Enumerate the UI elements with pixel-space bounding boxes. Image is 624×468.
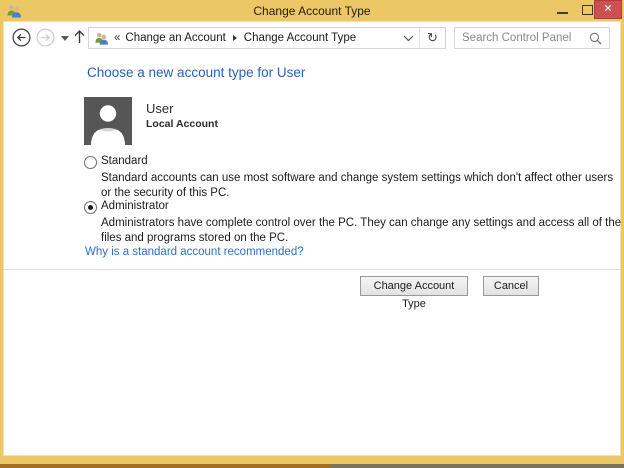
titlebar[interactable]: Change Account Type ✕	[0, 0, 624, 22]
radio-administrator-label[interactable]: Administrator	[101, 200, 169, 212]
back-button[interactable]	[12, 28, 31, 47]
window-bottom-edge	[0, 464, 624, 468]
address-dropdown-icon[interactable]	[397, 28, 419, 48]
minimize-button[interactable]	[552, 0, 574, 20]
cancel-button[interactable]: Cancel	[483, 276, 539, 296]
breadcrumb-item-change-account-type[interactable]: Change Account Type	[240, 32, 360, 44]
window-title: Change Account Type	[253, 4, 371, 18]
standard-account-help-link[interactable]: Why is a standard account recommended?	[85, 246, 304, 258]
search-box[interactable]	[454, 27, 610, 49]
page-title: Choose a new account type for User	[87, 65, 306, 80]
administrator-description: Administrators have complete control ove…	[101, 217, 622, 244]
user-avatar	[84, 97, 132, 145]
change-account-type-button[interactable]: Change Account Type	[360, 276, 468, 310]
search-icon	[589, 32, 602, 45]
up-button[interactable]	[73, 29, 86, 44]
search-input[interactable]	[455, 32, 589, 44]
refresh-icon[interactable]: ↻	[419, 28, 445, 48]
breadcrumb-overflow-button[interactable]: «	[113, 32, 121, 44]
forward-button[interactable]	[36, 28, 55, 47]
standard-description: Standard accounts can use most software …	[101, 172, 614, 199]
breadcrumb-separator-icon	[232, 35, 237, 41]
button-area-separator	[4, 269, 620, 270]
user-name: User	[146, 101, 174, 116]
breadcrumb-item-change-an-account[interactable]: Change an Account	[121, 32, 229, 44]
recent-pages-dropdown-icon[interactable]	[61, 36, 69, 41]
location-user-accounts-icon	[94, 31, 109, 46]
radio-standard[interactable]	[84, 156, 97, 169]
client-area: « Change an Account Change Account Type …	[4, 22, 621, 455]
close-button[interactable]: ✕	[594, 0, 622, 19]
user-account-type: Local Account	[146, 118, 218, 130]
radio-administrator[interactable]	[84, 201, 97, 214]
address-bar[interactable]: « Change an Account Change Account Type …	[88, 27, 446, 49]
change-account-type-window: Change Account Type ✕ « Change an Accoun…	[0, 0, 624, 468]
radio-standard-label[interactable]: Standard	[101, 155, 148, 167]
